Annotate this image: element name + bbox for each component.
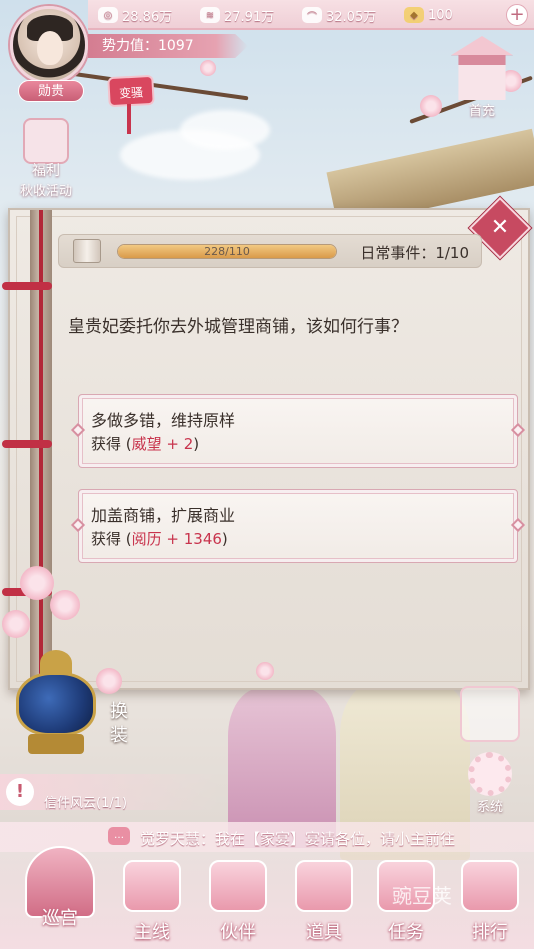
power-value: 势力值：1097 <box>88 34 248 58</box>
fan-icon: ⌒ <box>302 7 322 23</box>
blossom <box>256 662 274 680</box>
event-progress-bar: 228/110 <box>117 244 337 259</box>
currency-fan: ⌒ 32.05万 <box>302 5 376 25</box>
shop-pavilion-icon <box>451 36 513 100</box>
welfare-button[interactable]: 福利 秋收活动 <box>8 118 84 199</box>
cloisonne-vase <box>10 650 102 758</box>
system-label: 系统 <box>476 800 503 815</box>
rank-badge: 勋贵 <box>18 80 84 102</box>
nav-label: 任务 <box>388 922 424 943</box>
cloud <box>180 110 270 150</box>
mail-button[interactable] <box>460 686 520 742</box>
watermark: 豌豆荚 <box>392 884 452 908</box>
shop-button[interactable]: 商城 首充 <box>440 36 524 119</box>
hat-icon <box>209 860 267 912</box>
close-icon: ✕ <box>490 215 510 240</box>
option-2-button[interactable]: 加盖商铺，扩展商业 获得 (阅历 + 1346) <box>70 489 526 563</box>
option-1-button[interactable]: 多做多错，维持原样 获得 (威望 + 2) <box>70 394 526 468</box>
event-tag-button[interactable]: 变骚 <box>107 74 155 108</box>
nav-label: 道具 <box>306 922 342 943</box>
alert-icon: ! <box>6 778 34 806</box>
letter-notice[interactable]: ! 信件风云(1/1) <box>0 774 220 811</box>
event-header: 228/110 日常事件：1/10 <box>58 234 482 268</box>
option-2-reward: 获得 (阅历 + 1346) <box>91 530 228 548</box>
player-avatar[interactable] <box>10 6 88 84</box>
chest-icon <box>295 860 353 912</box>
chat-message: 觉罗天慧：我在【家宴】宴请各位，请小主前往 <box>140 830 456 848</box>
option-1-title: 多做多错，维持原样 <box>91 411 236 430</box>
letter-notice-text: 信件风云(1/1) <box>44 796 128 811</box>
vase-foot <box>28 734 84 754</box>
red-cord-knot <box>2 440 52 448</box>
nav-main-story[interactable]: 主线 <box>114 860 190 946</box>
nav-label: 主线 <box>134 922 170 943</box>
nav-ranking[interactable]: 排行 <box>452 860 528 946</box>
nav-items[interactable]: 道具 <box>286 860 362 946</box>
bottom-nav: 巡宫 主线 伙伴 道具 任务 排行 <box>0 846 534 949</box>
red-cord-knot <box>2 282 52 290</box>
event-question: 皇贵妃委托你去外城管理商铺，该如何行事？ <box>68 317 408 337</box>
nav-patrol-palace[interactable]: 巡宫 <box>22 846 98 932</box>
scroll-icon <box>123 860 181 912</box>
blossom <box>2 610 30 638</box>
recharge-plus-button[interactable]: + <box>506 4 528 26</box>
vase-body <box>16 672 96 736</box>
nav-label: 排行 <box>472 922 508 943</box>
gift-box-icon <box>23 118 69 164</box>
option-1-reward: 获得 (威望 + 2) <box>91 435 200 453</box>
harvest-event-label: 秋收活动 <box>19 184 72 199</box>
first-charge-label: 首充 <box>468 104 495 119</box>
progress-text: 228/110 <box>204 245 250 258</box>
blossom <box>420 95 442 117</box>
chat-bubble-icon: … <box>108 827 130 845</box>
system-button[interactable]: 系统 <box>456 752 524 815</box>
nav-label: 巡宫 <box>42 908 78 929</box>
gear-icon <box>468 752 512 796</box>
nav-partners[interactable]: 伙伴 <box>200 860 276 946</box>
option-2-title: 加盖商铺，扩展商业 <box>91 506 236 525</box>
silver-icon: ◎ <box>98 7 118 23</box>
gold-ingot-icon: ◆ <box>404 7 424 23</box>
blossom <box>50 590 80 620</box>
daily-event-counter: 日常事件：1/10 <box>360 244 469 262</box>
book-icon <box>73 239 101 263</box>
currency-bar: ◎ 28.86万 ≋ 27.91万 ⌒ 32.05万 ◆ 100 + <box>88 0 534 30</box>
tassel-decoration <box>127 104 131 134</box>
ranking-icon <box>461 860 519 912</box>
blossom <box>200 60 216 76</box>
blossom <box>20 566 54 600</box>
avatar-face <box>37 31 63 65</box>
currency-silver: ◎ 28.86万 <box>98 5 172 25</box>
change-outfit-button[interactable]: 换装 <box>110 700 138 748</box>
currency-gold: ◆ 100 <box>404 5 453 25</box>
grain-icon: ≋ <box>200 7 220 23</box>
welfare-label: 福利 <box>32 163 60 179</box>
nav-label: 伙伴 <box>220 922 256 943</box>
currency-grain: ≋ 27.91万 <box>200 5 274 25</box>
